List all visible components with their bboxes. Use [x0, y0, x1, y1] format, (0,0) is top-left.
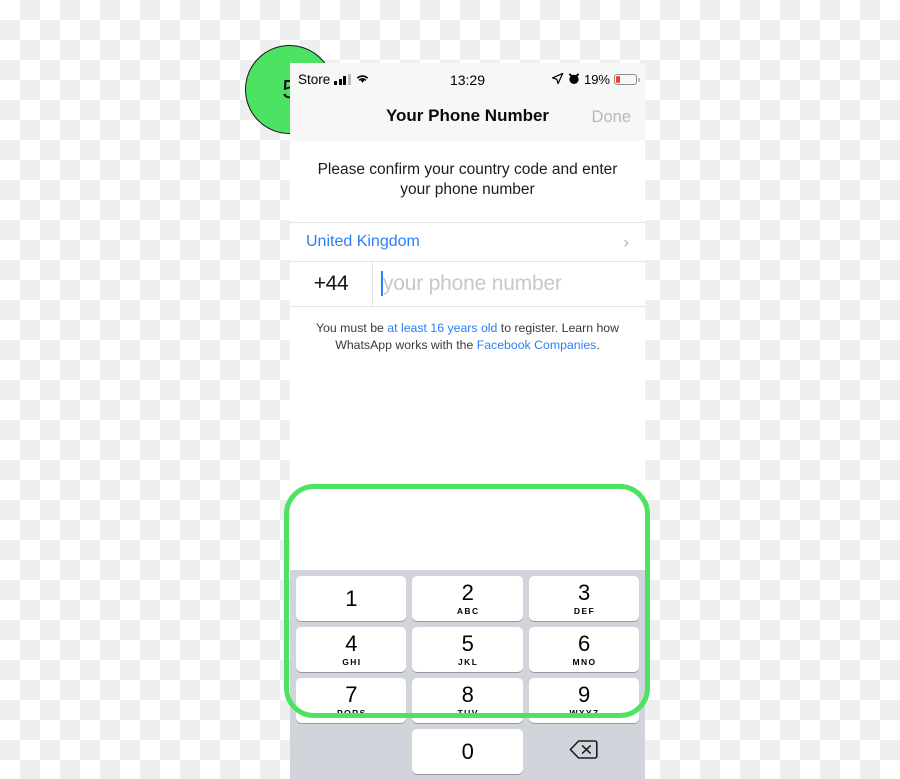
- key-letters: DEF: [573, 605, 596, 616]
- key-digit: 6: [577, 630, 590, 656]
- key-0[interactable]: 0: [412, 729, 523, 774]
- legal-disclaimer: You must be at least 16 years old to reg…: [290, 307, 645, 355]
- key-digit: 2: [461, 579, 474, 605]
- battery-icon: [614, 73, 640, 86]
- key-digit: 8: [461, 681, 474, 707]
- navigation-bar: Your Phone Number Done: [290, 96, 645, 142]
- keypad-row: 7 PQRS 8 TUV 9 WXYZ: [293, 678, 642, 723]
- key-6[interactable]: 6 MNO: [528, 627, 639, 672]
- keypad-row: 1 2 ABC 3 DEF: [293, 576, 642, 621]
- location-arrow-icon: [551, 72, 564, 88]
- legal-part-3: .: [596, 338, 600, 353]
- key-1[interactable]: 1: [296, 576, 407, 621]
- content-sheet: Please confirm your country code and ent…: [290, 141, 645, 779]
- done-button[interactable]: Done: [592, 108, 631, 127]
- key-digit: 4: [345, 630, 358, 656]
- country-code-field[interactable]: +44: [290, 272, 372, 296]
- key-letters: WXYZ: [569, 707, 600, 718]
- keypad-row: 0: [293, 729, 642, 774]
- key-digit: 9: [577, 681, 590, 707]
- key-digit: 7: [345, 681, 358, 707]
- key-letters: GHI: [342, 656, 362, 667]
- key-digit: 3: [577, 579, 590, 605]
- key-8[interactable]: 8 TUV: [412, 678, 523, 723]
- key-blank-left: [296, 729, 406, 774]
- keypad-row: 4 GHI 5 JKL 6 MNO: [293, 627, 642, 672]
- alarm-clock-icon: [568, 72, 580, 88]
- numeric-keypad[interactable]: 1 2 ABC 3 DEF 4 GHI 5 JKL 6 MNO 7 PQRS 8…: [290, 570, 645, 779]
- key-3[interactable]: 3 DEF: [528, 576, 639, 621]
- status-bar: Store 13:29 19%: [290, 63, 645, 96]
- key-delete[interactable]: [529, 729, 639, 774]
- battery-percent-label: 19%: [583, 72, 610, 87]
- age-requirement-link[interactable]: at least 16 years old: [387, 321, 497, 335]
- phone-number-input[interactable]: your phone number: [383, 272, 562, 296]
- chevron-right-icon: ›: [623, 232, 629, 252]
- backspace-delete-icon: [569, 739, 598, 764]
- key-4[interactable]: 4 GHI: [296, 627, 407, 672]
- key-2[interactable]: 2 ABC: [412, 576, 523, 621]
- key-letters: MNO: [572, 656, 597, 667]
- status-bar-right: 19%: [551, 72, 640, 88]
- country-name-label: United Kingdom: [306, 232, 420, 250]
- key-9[interactable]: 9 WXYZ: [528, 678, 639, 723]
- key-letters: TUV: [457, 707, 479, 718]
- key-letters: PQRS: [337, 707, 367, 718]
- legal-part-1: You must be: [315, 320, 388, 335]
- key-7[interactable]: 7 PQRS: [296, 678, 407, 723]
- intro-text: Please confirm your country code and ent…: [317, 161, 618, 198]
- facebook-companies-link[interactable]: Facebook Companies: [477, 338, 597, 352]
- key-digit: 0: [461, 738, 474, 764]
- key-5[interactable]: 5 JKL: [412, 627, 523, 672]
- phone-screenshot: Store 13:29 19% Your Phone Number Done P…: [290, 63, 645, 779]
- key-letters: ABC: [456, 605, 480, 616]
- field-divider: [372, 261, 373, 306]
- country-selector-row[interactable]: United Kingdom ›: [290, 223, 645, 261]
- key-digit: 1: [345, 585, 358, 611]
- keypad-rows: 1 2 ABC 3 DEF 4 GHI 5 JKL 6 MNO 7 PQRS 8…: [290, 570, 645, 774]
- key-digit: 5: [461, 630, 474, 656]
- phone-input-row[interactable]: +44 your phone number: [290, 260, 645, 307]
- key-letters: JKL: [458, 656, 479, 667]
